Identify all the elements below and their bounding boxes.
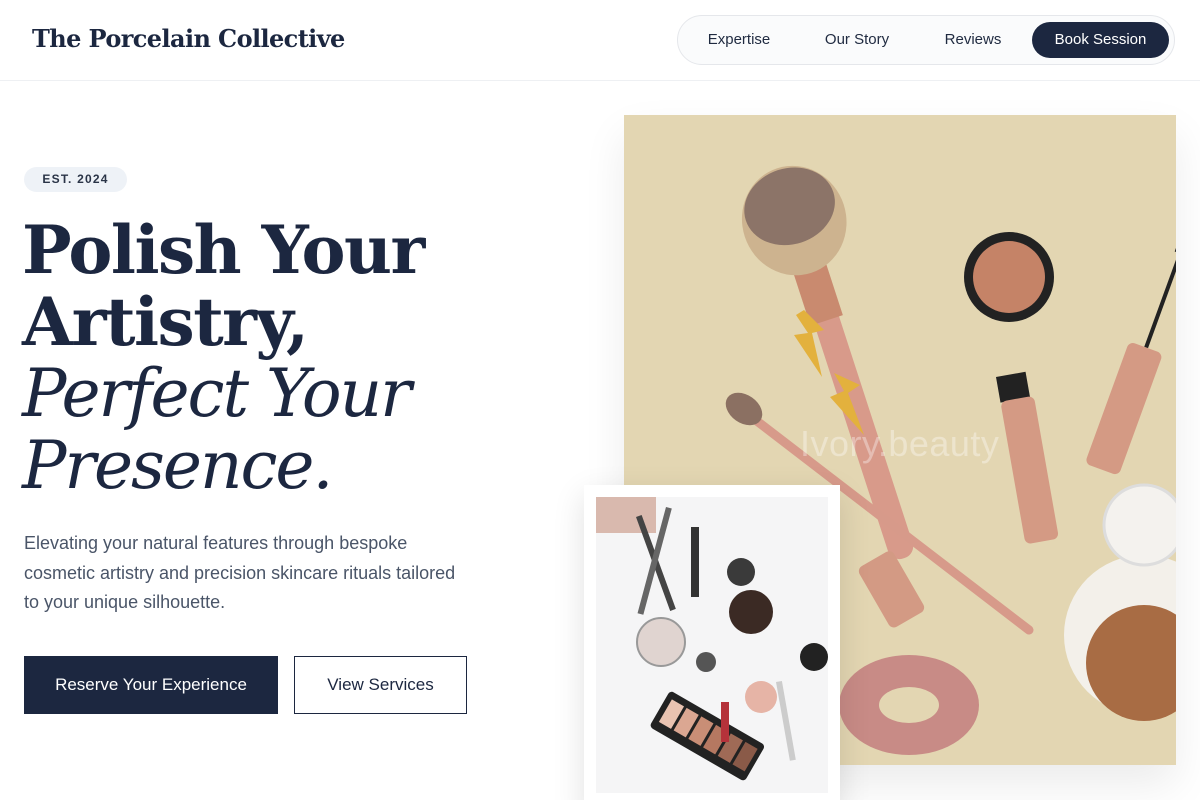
secondary-image-card (584, 485, 840, 800)
makeup-products-image (596, 497, 828, 793)
nav-item-expertise[interactable]: Expertise (690, 16, 788, 64)
hero-headline: Polish Your Artistry, Perfect Your Prese… (22, 214, 542, 502)
site-header: The Porcelain Collective Expertise Our S… (0, 0, 1200, 81)
brand-logo[interactable]: The Porcelain Collective (32, 24, 345, 53)
headline-line-1: Polish Your (22, 211, 425, 289)
headline-line-3: Perfect Your (22, 355, 412, 432)
established-badge: EST. 2024 (24, 167, 127, 192)
nav-item-our-story[interactable]: Our Story (810, 16, 904, 64)
reserve-experience-button[interactable]: Reserve Your Experience (24, 656, 278, 714)
book-session-button[interactable]: Book Session (1032, 22, 1169, 58)
image-watermark: Ivory.beauty (800, 423, 1000, 464)
headline-line-2: Artistry, (22, 283, 309, 361)
makeup-products-illustration (596, 497, 828, 781)
main-nav: Expertise Our Story Reviews Book Session (677, 15, 1175, 65)
view-services-button[interactable]: View Services (294, 656, 467, 714)
hero-description: Elevating your natural features through … (24, 533, 456, 612)
nav-item-reviews[interactable]: Reviews (928, 16, 1018, 64)
headline-line-4: Presence. (22, 427, 333, 504)
